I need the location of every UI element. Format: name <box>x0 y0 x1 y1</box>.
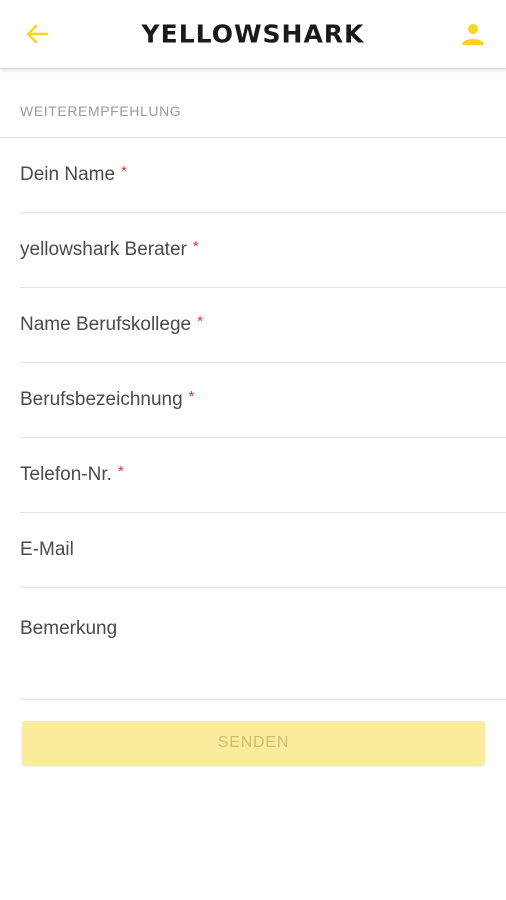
required-mark: * <box>197 312 203 330</box>
back-button[interactable] <box>22 19 52 49</box>
required-mark: * <box>192 237 199 255</box>
field-label: Name Berufskollege <box>20 314 192 335</box>
remark-textarea[interactable]: Bemerkung <box>20 588 506 700</box>
field-label: Telefon-Nr. <box>20 464 112 485</box>
referral-form: Dein Name * yellowshark Berater * Name B… <box>20 138 506 700</box>
brand-logo: YELLOWSHARK <box>141 19 365 49</box>
email-field[interactable]: E-Mail <box>20 513 506 588</box>
name-field[interactable]: Dein Name * <box>20 138 506 213</box>
required-mark: * <box>188 387 195 405</box>
job-title-field[interactable]: Berufsbezeichnung * <box>20 363 506 438</box>
app-header: YELLOWSHARK <box>0 0 506 69</box>
field-label: E-Mail <box>20 539 74 560</box>
advisor-field[interactable]: yellowshark Berater * <box>20 213 506 288</box>
colleague-name-field[interactable]: Name Berufskollege * <box>20 288 506 363</box>
submit-button[interactable]: SENDEN <box>22 721 485 765</box>
field-label: Berufsbezeichnung <box>20 389 183 410</box>
section-title: WEITEREMPFEHLUNG <box>20 103 182 119</box>
field-label: yellowshark Berater <box>20 239 187 260</box>
phone-field[interactable]: Telefon-Nr. * <box>20 438 506 513</box>
profile-button[interactable] <box>458 19 488 49</box>
field-label: Dein Name <box>20 164 116 185</box>
required-mark: * <box>121 162 127 180</box>
field-label: Bemerkung <box>20 618 118 639</box>
arrow-left-icon <box>26 24 49 44</box>
required-mark: * <box>117 462 124 480</box>
user-icon <box>462 24 484 45</box>
